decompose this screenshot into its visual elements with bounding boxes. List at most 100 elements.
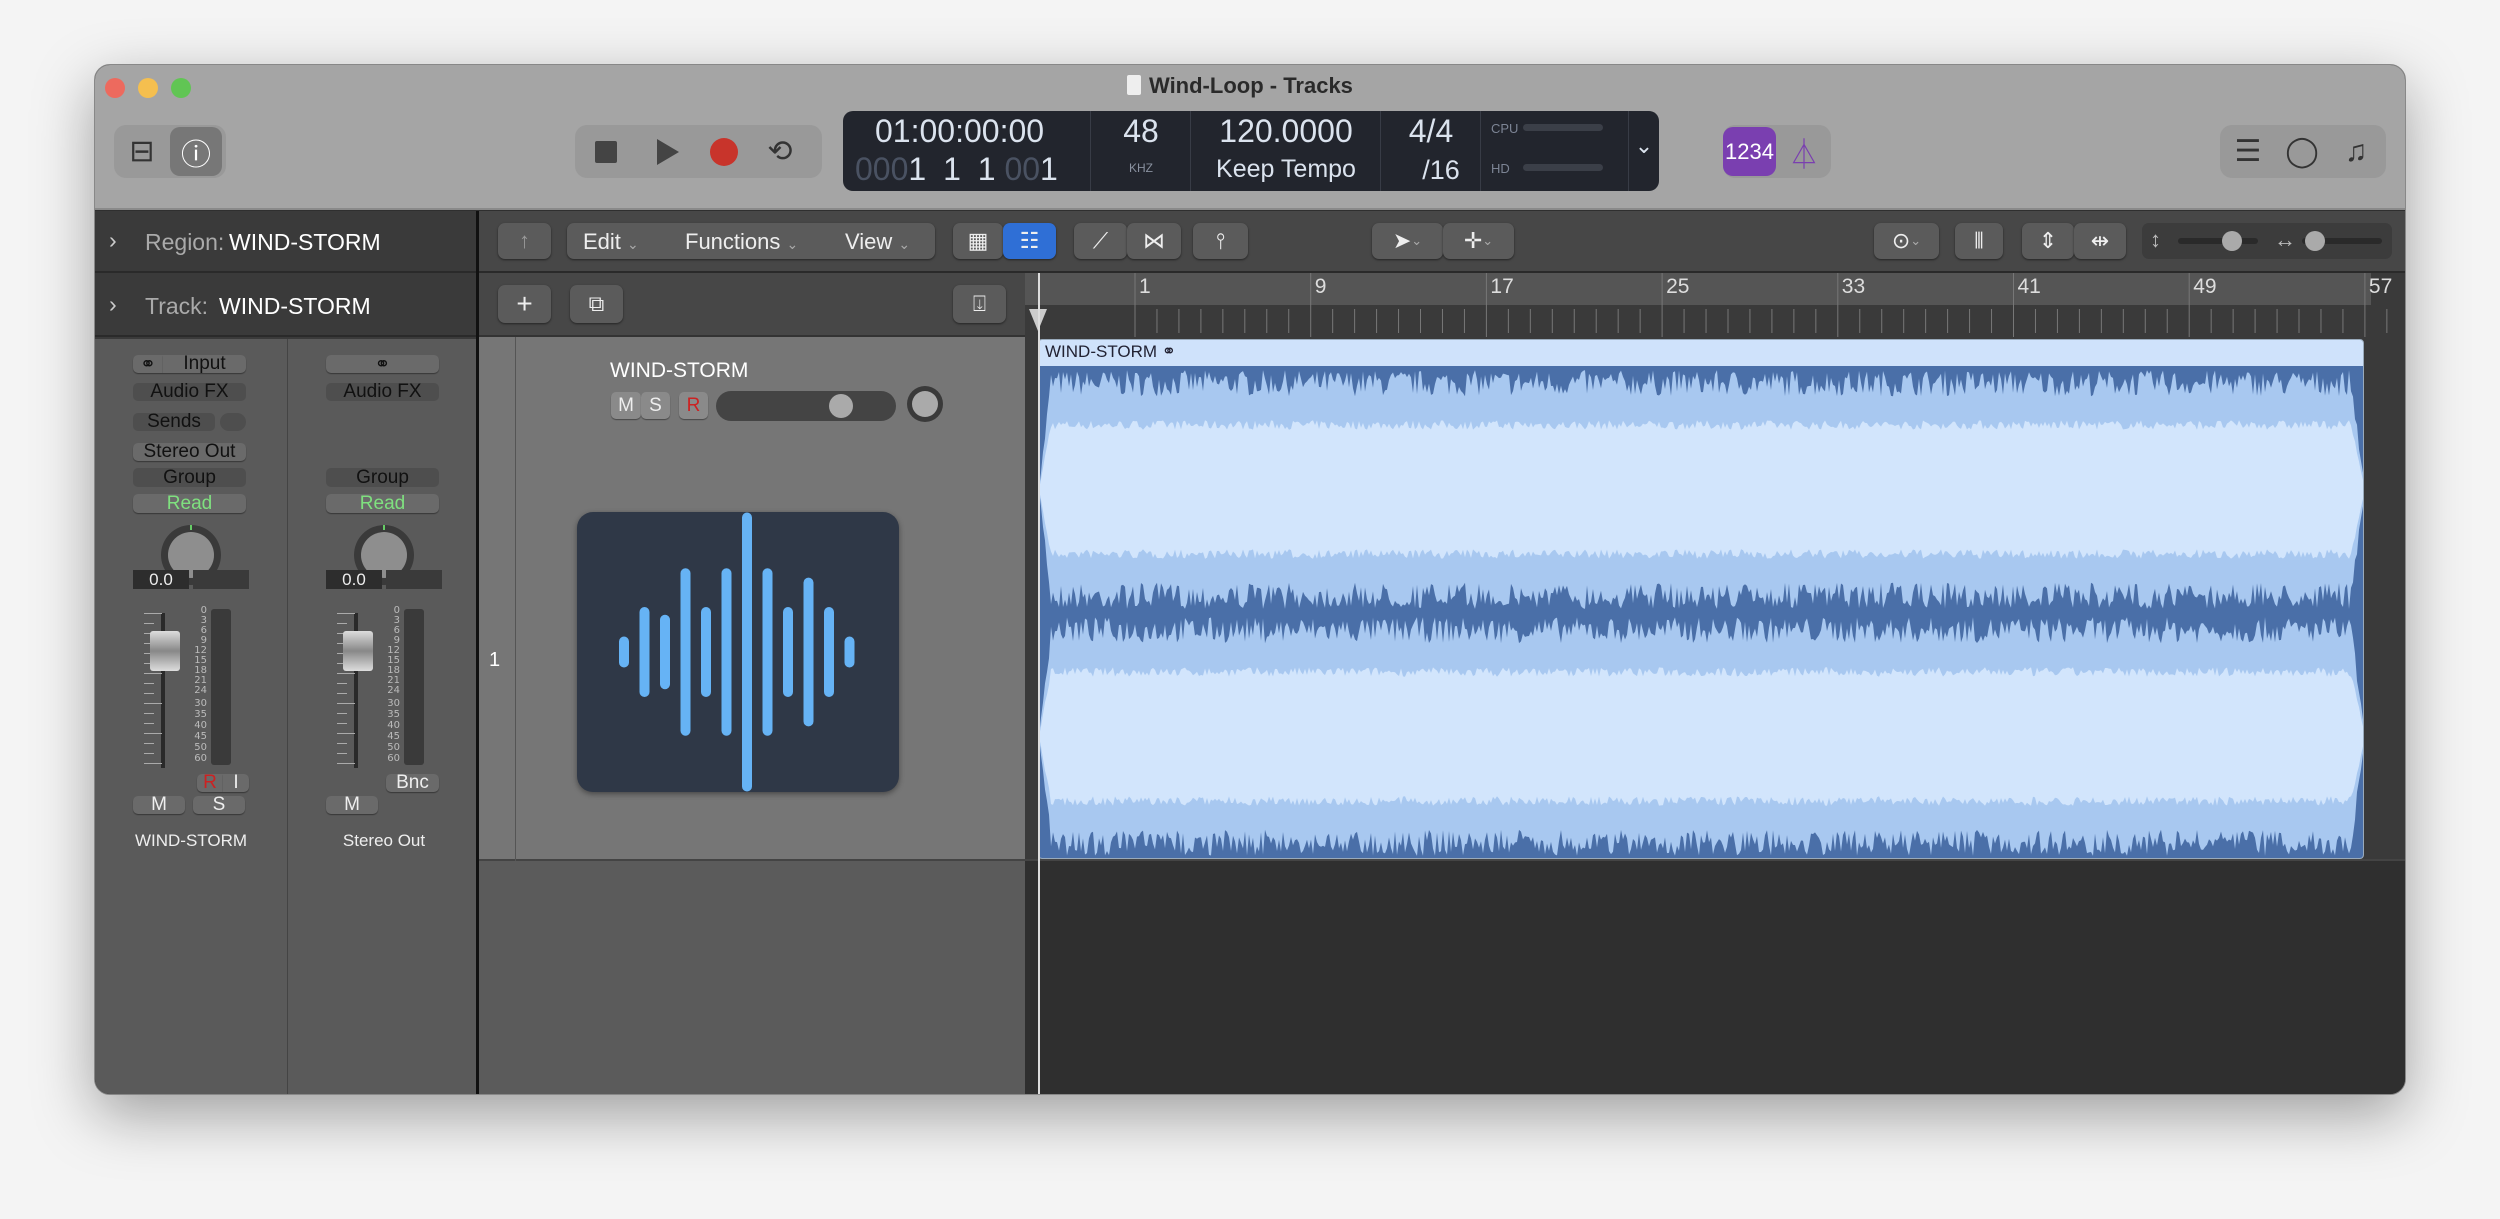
view-menu[interactable]: View ⌄ — [845, 229, 910, 255]
record-button[interactable] — [710, 138, 738, 166]
grid-view-icon[interactable]: ▦ — [953, 223, 1003, 259]
meter-scale-label: 24 — [194, 685, 207, 696]
input-slot[interactable]: Input — [163, 353, 246, 374]
metronome-icon[interactable]: ⏃ — [1779, 125, 1829, 178]
cycle-icon[interactable]: ⟲ — [755, 125, 805, 178]
vertical-zoom-thumb[interactable] — [2222, 231, 2242, 251]
tracks-toolbar: ↑ Edit ⌄ Functions ⌄ View ⌄ ▦ ☷ ⟋ ⋈ ⫯ ➤ … — [479, 211, 2405, 273]
meter-scale-label: 40 — [387, 720, 400, 731]
record-enable-button[interactable]: R — [197, 772, 223, 793]
vertical-fit-icon[interactable]: ⇕ — [2022, 223, 2074, 259]
volume-value[interactable]: 0.0 — [326, 570, 382, 589]
audio-region[interactable]: WIND-STORM ⚭ — [1038, 339, 2364, 859]
chevron-right-icon: › — [109, 227, 117, 253]
track-volume-slider[interactable] — [716, 391, 896, 421]
functions-menu[interactable]: Functions ⌄ — [685, 229, 798, 255]
icon-bar — [701, 607, 711, 697]
close-button[interactable] — [105, 78, 125, 98]
sends-slot[interactable]: Sends — [133, 411, 215, 432]
minimize-button[interactable] — [138, 78, 158, 98]
list-view-icon[interactable]: ☷ — [1003, 223, 1056, 259]
group-slot[interactable]: Group — [326, 467, 439, 488]
icon-bar — [619, 636, 629, 668]
stereo-link-icon[interactable]: ⚭ — [133, 354, 163, 375]
group-slot[interactable]: Group — [133, 467, 246, 488]
position-display: 01:00:00:00 0001 1 1 001 — [843, 111, 1091, 191]
track-name: WIND-STORM — [219, 293, 371, 319]
flex-icon[interactable]: ⋈ — [1127, 223, 1181, 259]
browser-icon[interactable]: ♫ — [2330, 125, 2382, 178]
lcd-display[interactable]: 01:00:00:00 0001 1 1 001 48 KHZ 120.0000… — [843, 111, 1659, 191]
up-arrow-button[interactable]: ↑ — [498, 223, 551, 259]
play-button[interactable] — [657, 139, 679, 165]
waveform-zoom-icon[interactable]: ⦀ — [1955, 223, 2003, 259]
bounce-button[interactable]: Bnc — [386, 772, 439, 793]
list-editors-icon[interactable]: ☰ — [2222, 125, 2274, 178]
channel-name: WIND-STORM — [134, 831, 248, 850]
icon-bar — [639, 607, 650, 697]
logic-window: Wind-Loop - Tracks ⊟ ⓘ ⟲ 01:00:00:00 000… — [94, 64, 2406, 1095]
horizontal-fit-icon[interactable]: ⇹ — [2074, 223, 2126, 259]
stop-button[interactable] — [595, 141, 617, 163]
waveform-body — [1039, 420, 2363, 559]
mute-button[interactable]: M — [133, 794, 185, 815]
edit-menu[interactable]: Edit ⌄ — [583, 229, 639, 255]
playhead[interactable] — [1038, 273, 1040, 1094]
audio-fx-slot[interactable]: Audio FX — [133, 381, 246, 402]
snap-split-icon[interactable]: ⫯ — [1193, 223, 1248, 259]
meter-scale-label: 35 — [387, 709, 400, 720]
track-pan-knob[interactable] — [907, 386, 943, 422]
track-volume-thumb[interactable] — [829, 394, 853, 418]
track-mute-button[interactable]: M — [611, 392, 641, 419]
horizontal-zoom-thumb[interactable] — [2305, 231, 2325, 251]
volume-fader-cap[interactable] — [150, 631, 180, 671]
vertical-zoom-slider[interactable] — [2178, 238, 2258, 244]
inspector-info-icon[interactable]: ⓘ — [170, 127, 222, 176]
icon-bar — [844, 636, 855, 668]
crosshair-tool-icon[interactable]: ✛ ⌄ — [1443, 223, 1514, 259]
audio-fx-slot[interactable]: Audio FX — [326, 381, 439, 402]
track-headers: 1 WIND-STORM M S R — [479, 337, 1025, 1094]
automation-curve-icon[interactable]: ⟋ — [1074, 223, 1127, 259]
send-knob[interactable] — [220, 413, 246, 431]
chevron-right-icon: › — [109, 291, 117, 317]
library-icon[interactable]: ⊟ — [114, 125, 170, 178]
add-track-button[interactable]: + — [498, 285, 551, 323]
count-in-button[interactable]: 1234 — [1723, 127, 1776, 176]
tempo: 120.0000 — [1219, 113, 1353, 149]
automation-mode[interactable]: Read — [326, 493, 439, 514]
region-waveform — [1039, 366, 2363, 858]
zoom-button[interactable] — [171, 78, 191, 98]
more-options-icon[interactable]: ⊙ ⌄ — [1874, 223, 1939, 259]
arrange-area[interactable]: WIND-STORM ⚭ — [1025, 273, 2405, 1094]
pointer-tool-icon[interactable]: ➤ ⌄ — [1372, 223, 1443, 259]
track-record-button[interactable]: R — [679, 392, 708, 419]
solo-button[interactable]: S — [193, 794, 245, 815]
region-name: WIND-STORM — [229, 229, 381, 255]
ruler-bar-label: 9 — [1314, 275, 1327, 298]
automation-mode[interactable]: Read — [133, 493, 246, 514]
input-monitor-button[interactable]: I — [223, 772, 249, 793]
volume-fader-cap[interactable] — [343, 631, 373, 671]
track-solo-button[interactable]: S — [641, 392, 670, 419]
icon-bar — [660, 614, 670, 690]
track-inspector-header[interactable]: › Track: WIND-STORM — [95, 273, 476, 337]
region-inspector-header[interactable]: › Region: WIND-STORM — [95, 211, 476, 273]
notes-icon[interactable]: ◯ — [2276, 125, 2328, 178]
view-buttons: ⊟ ⓘ — [114, 125, 226, 178]
ticks: 1 — [1040, 151, 1058, 187]
ruler[interactable]: 1 9 17 25 33 41 49 57 — [1025, 273, 2405, 337]
duplicate-track-icon[interactable]: ⧉ — [570, 285, 623, 323]
volume-value[interactable]: 0.0 — [133, 570, 189, 589]
audio-track-icon — [577, 512, 899, 792]
track-header[interactable]: 1 WIND-STORM M S R — [479, 337, 1025, 861]
chevron-down-icon[interactable]: ⌄ — [1629, 133, 1659, 159]
mute-button[interactable]: M — [326, 794, 378, 815]
catch-playhead-icon[interactable]: ⍗ — [953, 285, 1006, 323]
icon-bar — [762, 568, 773, 736]
stereo-link-icon[interactable]: ⚭ — [326, 354, 439, 375]
output-slot[interactable]: Stereo Out — [133, 441, 246, 462]
timecode: 01:00:00:00 — [875, 113, 1045, 149]
ruler-bar-label: 49 — [2193, 275, 2217, 298]
track-name[interactable]: WIND-STORM — [610, 359, 748, 383]
